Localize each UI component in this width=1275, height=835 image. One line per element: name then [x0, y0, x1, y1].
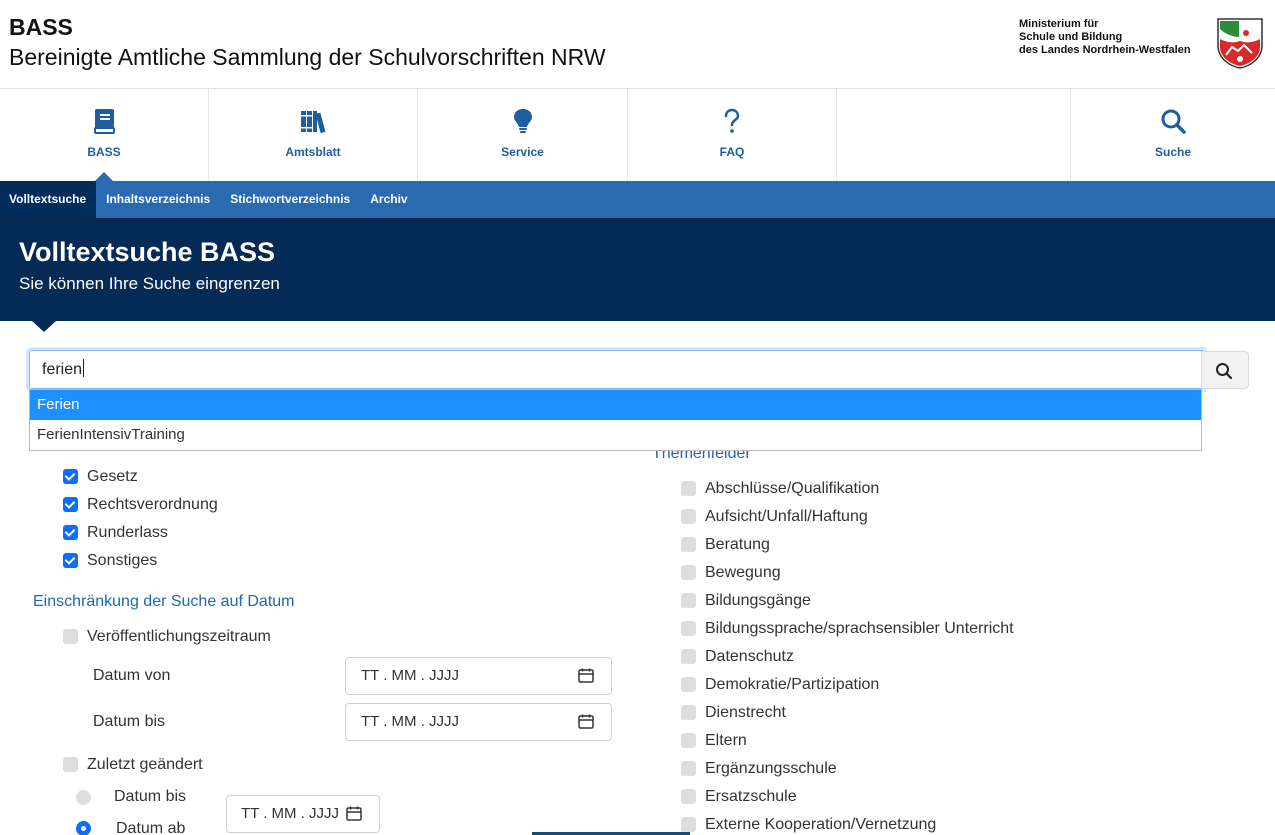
suggestion-item[interactable]: FerienIntensivTraining — [30, 420, 1201, 450]
nav-item-suche[interactable]: Suche — [1071, 89, 1275, 182]
date-placeholder: TT . MM . JJJJ — [241, 805, 340, 822]
page-banner: Volltextsuche BASS Sie können Ihre Suche… — [0, 218, 1275, 321]
nav-item-label: BASS — [87, 145, 121, 159]
tab-archiv[interactable]: Archiv — [360, 181, 417, 218]
checkbox-theme[interactable] — [681, 565, 696, 580]
checkbox-publication-period[interactable] — [63, 629, 78, 644]
theme-label: Aufsicht/Unfall/Haftung — [705, 508, 868, 525]
banner-caret — [32, 321, 56, 332]
radio-label: Datum bis — [114, 788, 187, 805]
nav-item-amtsblatt[interactable]: Amtsblatt — [209, 89, 418, 182]
checkbox-sonstiges[interactable] — [63, 553, 78, 568]
checkbox-theme[interactable] — [681, 509, 696, 524]
search-icon — [1216, 363, 1233, 380]
search-input-value: ferien — [42, 361, 83, 378]
calendar-icon[interactable] — [578, 668, 594, 683]
brand-short-title[interactable]: BASS — [9, 14, 73, 41]
page-title: Volltextsuche BASS — [19, 237, 276, 267]
nav-item-label: Amtsblatt — [285, 145, 341, 159]
theme-label: Demokratie/Partizipation — [705, 676, 880, 693]
theme-label: Bildungssprache/sprachsensibler Unterric… — [705, 620, 1014, 637]
theme-label: Dienstrecht — [705, 704, 786, 721]
checkbox-theme[interactable] — [681, 593, 696, 608]
ministry-line-3: des Landes Nordrhein-Westfalen — [1019, 44, 1191, 56]
sub-navigation: Volltextsuche Inhaltsverzeichnis Stichwo… — [0, 181, 1275, 218]
search-button[interactable] — [1201, 351, 1249, 389]
checkbox-label: Sonstiges — [87, 552, 158, 569]
search-icon — [1161, 109, 1186, 134]
date-placeholder: TT . MM . JJJJ — [361, 667, 460, 684]
date-placeholder: TT . MM . JJJJ — [361, 713, 460, 730]
main-navigation: BASS Amtsblatt Service FAQ Suche — [0, 88, 1275, 182]
theme-label: Datenschutz — [705, 648, 794, 665]
checkbox-theme[interactable] — [681, 649, 696, 664]
checkbox-theme[interactable] — [681, 817, 696, 832]
ministry-logo-text[interactable]: Ministerium für Schule und Bildung des L… — [1019, 18, 1191, 57]
nav-item-service[interactable]: Service — [418, 89, 628, 182]
nav-spacer — [837, 89, 1071, 182]
page-subtitle: Sie können Ihre Suche eingrenzen — [19, 274, 280, 293]
last-changed-date-input[interactable]: TT . MM . JJJJ — [226, 795, 380, 833]
date-from-input[interactable]: TT . MM . JJJJ — [345, 657, 612, 695]
question-icon — [724, 108, 740, 133]
checkbox-label: Runderlass — [87, 524, 168, 541]
theme-label: Beratung — [705, 536, 770, 553]
checkbox-label: Rechtsverordnung — [87, 496, 218, 513]
lightbulb-icon — [513, 109, 532, 133]
nav-item-label: Service — [501, 145, 544, 159]
nav-item-bass[interactable]: BASS — [0, 89, 209, 182]
checkbox-theme[interactable] — [681, 789, 696, 804]
theme-label: Ergänzungsschule — [705, 760, 837, 777]
book-icon — [94, 109, 115, 134]
date-to-label: Datum bis — [93, 713, 166, 730]
checkbox-last-changed[interactable] — [63, 757, 78, 772]
autocomplete-dropdown: Ferien FerienIntensivTraining — [29, 389, 1202, 451]
checkbox-label: Gesetz — [87, 468, 138, 485]
ministry-line-2: Schule und Bildung — [1019, 31, 1123, 43]
date-to-input[interactable]: TT . MM . JJJJ — [345, 703, 612, 741]
checkbox-label: Veröffentlichungszeitraum — [87, 628, 271, 645]
nav-item-label: Suche — [1154, 145, 1191, 159]
nrw-coat-of-arms-icon[interactable] — [1216, 17, 1264, 69]
date-from-label: Datum von — [93, 667, 171, 684]
tab-volltextsuche[interactable]: Volltextsuche — [0, 181, 97, 218]
theme-label: Bildungsgänge — [705, 592, 811, 609]
suggestion-item[interactable]: Ferien — [30, 390, 1201, 420]
checkbox-theme[interactable] — [681, 621, 696, 636]
books-icon — [301, 111, 326, 134]
radio-date-after[interactable] — [76, 821, 91, 835]
theme-label: Eltern — [705, 732, 747, 749]
checkbox-theme[interactable] — [681, 761, 696, 776]
checkbox-gesetz[interactable] — [63, 469, 78, 484]
text-cursor — [83, 359, 85, 377]
checkbox-runderlass[interactable] — [63, 525, 78, 540]
theme-label: Bewegung — [705, 564, 781, 581]
calendar-icon[interactable] — [578, 714, 594, 729]
ministry-line-1: Ministerium für — [1019, 18, 1099, 30]
checkbox-theme[interactable] — [681, 481, 696, 496]
search-input[interactable]: ferien — [29, 350, 1203, 389]
radio-date-before[interactable] — [76, 790, 91, 805]
theme-label: Externe Kooperation/Vernetzung — [705, 816, 937, 833]
theme-label: Abschlüsse/Qualifikation — [705, 480, 880, 497]
nav-item-label: FAQ — [719, 145, 745, 159]
checkbox-label: Zuletzt geändert — [87, 756, 203, 773]
theme-label: Ersatzschule — [705, 788, 797, 805]
radio-label: Datum ab — [116, 820, 186, 835]
tab-inhaltsverzeichnis[interactable]: Inhaltsverzeichnis — [96, 181, 220, 218]
brand-long-title[interactable]: Bereinigte Amtliche Sammlung der Schulvo… — [9, 44, 606, 71]
checkbox-theme[interactable] — [681, 705, 696, 720]
calendar-icon[interactable] — [346, 806, 362, 821]
checkbox-theme[interactable] — [681, 537, 696, 552]
checkbox-theme[interactable] — [681, 677, 696, 692]
date-section-title: Einschränkung der Suche auf Datum — [33, 593, 295, 610]
tab-stichwortverzeichnis[interactable]: Stichwortverzeichnis — [220, 181, 360, 218]
site-header: BASS Bereinigte Amtliche Sammlung der Sc… — [0, 0, 1275, 88]
checkbox-rechtsverordnung[interactable] — [63, 497, 78, 512]
nav-item-faq[interactable]: FAQ — [628, 89, 837, 182]
checkbox-theme[interactable] — [681, 733, 696, 748]
